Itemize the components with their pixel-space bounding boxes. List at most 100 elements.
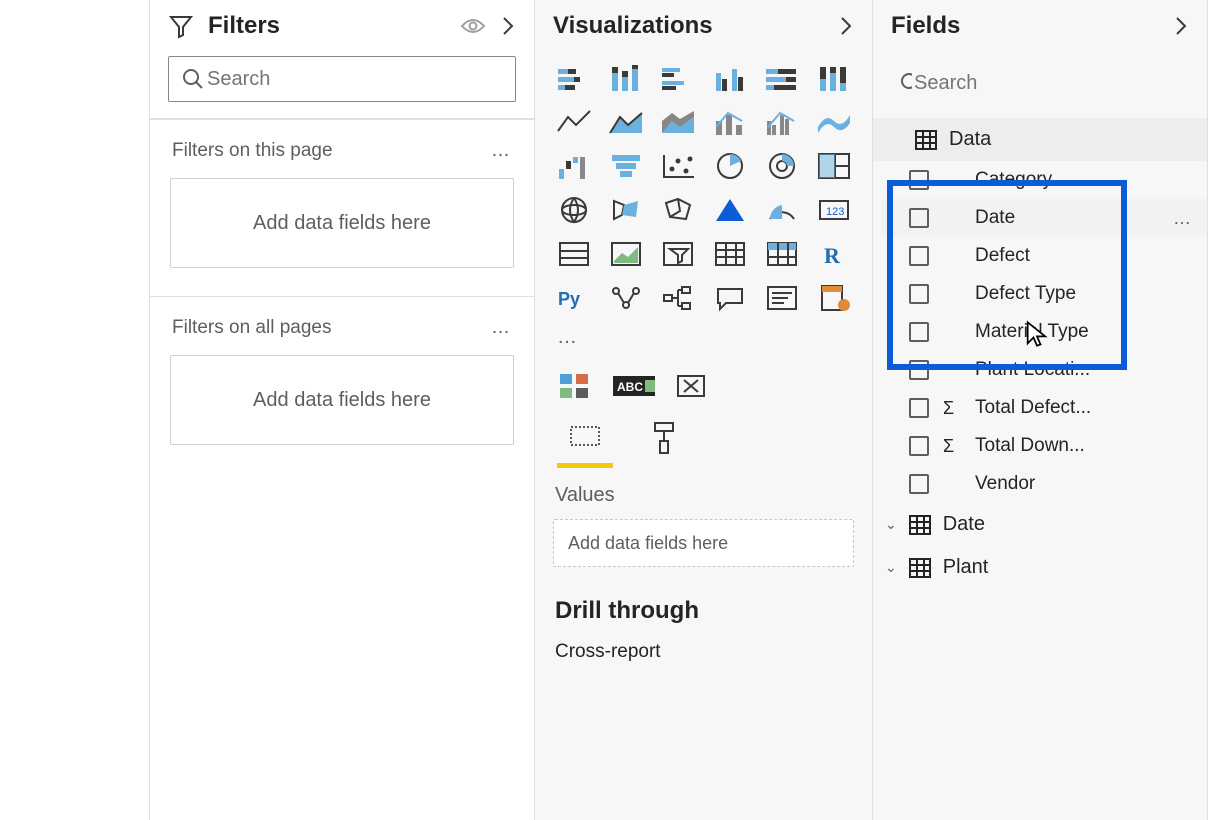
viz-mode-format[interactable]: ABC <box>611 369 655 403</box>
svg-text:R: R <box>824 243 841 268</box>
field-row[interactable]: Defect Type <box>881 275 1207 313</box>
viz-smart-narrative[interactable] <box>761 280 805 316</box>
field-row[interactable]: Defect <box>881 237 1207 275</box>
filters-pane: Filters Filters on this page … Add data … <box>150 0 535 820</box>
field-table-collapsed[interactable]: ⌄ Plant <box>873 546 1207 589</box>
table-icon <box>915 130 937 150</box>
fields-header: Fields <box>873 0 1207 50</box>
filters-all-pages-dropzone[interactable]: Add data fields here <box>170 355 514 445</box>
cross-report-label: Cross-report <box>535 631 872 663</box>
chevron-down-icon: ⌄ <box>885 516 897 533</box>
field-table-header[interactable]: ⌄Data <box>873 118 1207 161</box>
viz-table[interactable] <box>709 236 753 272</box>
viz-clustered-bar[interactable] <box>657 60 701 96</box>
viz-filled-map[interactable] <box>605 192 649 228</box>
viz-line-stacked-column[interactable] <box>709 104 753 140</box>
filters-on-page-label: Filters on this page … <box>150 119 534 170</box>
field-more-icon[interactable]: … <box>1173 208 1193 229</box>
viz-more-button[interactable]: … <box>535 322 872 353</box>
chevron-down-icon: ⌄ <box>885 559 897 576</box>
filters-header: Filters <box>150 0 534 50</box>
viz-stacked-area[interactable] <box>657 104 701 140</box>
viz-ribbon[interactable] <box>813 104 857 140</box>
table-name: Date <box>943 513 985 536</box>
field-checkbox[interactable] <box>909 246 929 266</box>
field-checkbox[interactable] <box>909 474 929 494</box>
report-canvas[interactable] <box>0 0 150 820</box>
field-row[interactable]: Vendor <box>881 465 1207 503</box>
viz-key-influencers[interactable] <box>605 280 649 316</box>
viz-100-stacked-column[interactable] <box>813 60 857 96</box>
sigma-icon: Σ <box>943 398 961 419</box>
viz-waterfall[interactable] <box>553 148 597 184</box>
viz-line-clustered-column[interactable] <box>761 104 805 140</box>
viz-pie[interactable] <box>709 148 753 184</box>
viz-gauge[interactable] <box>761 192 805 228</box>
viz-mode-fields[interactable] <box>553 369 597 403</box>
viz-shape-map[interactable] <box>657 192 701 228</box>
fields-search[interactable] <box>887 58 1193 108</box>
field-table-collapsed[interactable]: ⌄ Date <box>873 503 1207 546</box>
viz-card[interactable]: 123 <box>813 192 857 228</box>
viz-line[interactable] <box>553 104 597 140</box>
fields-title: Fields <box>891 12 1159 40</box>
viz-qna[interactable] <box>709 280 753 316</box>
viz-header: Visualizations <box>535 0 872 50</box>
filters-search[interactable] <box>168 56 516 102</box>
field-checkbox[interactable] <box>909 398 929 418</box>
viz-python-visual[interactable]: Py <box>553 280 597 316</box>
viz-matrix[interactable] <box>761 236 805 272</box>
viz-mode-analytics[interactable] <box>669 369 713 403</box>
viz-stacked-bar[interactable] <box>553 60 597 96</box>
viz-gallery: 123 R Py <box>535 50 872 322</box>
field-row[interactable]: Category <box>881 161 1207 199</box>
fields-pane: Fields ⌄DataCategoryDate…DefectDefect Ty… <box>873 0 1208 820</box>
filters-search-input[interactable] <box>205 67 503 92</box>
viz-multi-card[interactable] <box>553 236 597 272</box>
field-checkbox[interactable] <box>909 360 929 380</box>
viz-donut[interactable] <box>761 148 805 184</box>
field-row[interactable]: ΣTotal Down... <box>881 427 1207 465</box>
visibility-icon[interactable] <box>460 16 486 36</box>
viz-paginated-report[interactable] <box>813 280 857 316</box>
viz-r-visual[interactable]: R <box>813 236 857 272</box>
field-row[interactable]: Date… <box>881 199 1207 237</box>
fields-list: ⌄DataCategoryDate…DefectDefect TypeMater… <box>873 118 1207 589</box>
collapse-chevron-icon[interactable] <box>1173 14 1189 38</box>
viz-map[interactable] <box>553 192 597 228</box>
viz-kpi[interactable] <box>605 236 649 272</box>
field-row[interactable]: Plant Locati... <box>881 351 1207 389</box>
collapse-chevron-icon[interactable] <box>838 14 854 38</box>
table-name: Plant <box>943 556 989 579</box>
field-checkbox[interactable] <box>909 284 929 304</box>
field-checkbox[interactable] <box>909 208 929 228</box>
filters-all-pages-label: Filters on all pages … <box>150 296 534 347</box>
viz-azure-map[interactable] <box>709 192 753 228</box>
search-icon <box>181 67 205 91</box>
more-icon[interactable]: … <box>491 140 512 162</box>
search-icon <box>899 71 912 95</box>
values-dropzone[interactable]: Add data fields here <box>553 519 854 567</box>
field-row[interactable]: Material Type <box>881 313 1207 351</box>
fields-search-input[interactable] <box>912 71 1181 96</box>
filters-title: Filters <box>208 12 446 40</box>
field-row[interactable]: ΣTotal Defect... <box>881 389 1207 427</box>
field-checkbox[interactable] <box>909 322 929 342</box>
field-checkbox[interactable] <box>909 170 929 190</box>
viz-funnel[interactable] <box>605 148 649 184</box>
field-name: Plant Locati... <box>975 359 1193 381</box>
viz-clustered-column[interactable] <box>709 60 753 96</box>
tab-format[interactable] <box>649 421 679 468</box>
filters-on-page-dropzone[interactable]: Add data fields here <box>170 178 514 268</box>
tab-build[interactable] <box>557 421 613 468</box>
viz-slicer[interactable] <box>657 236 701 272</box>
viz-100-stacked-bar[interactable] <box>761 60 805 96</box>
more-icon[interactable]: … <box>491 317 512 339</box>
viz-decomposition-tree[interactable] <box>657 280 701 316</box>
viz-scatter[interactable] <box>657 148 701 184</box>
viz-treemap[interactable] <box>813 148 857 184</box>
collapse-chevron-icon[interactable] <box>500 14 516 38</box>
field-checkbox[interactable] <box>909 436 929 456</box>
viz-stacked-column[interactable] <box>605 60 649 96</box>
viz-area[interactable] <box>605 104 649 140</box>
